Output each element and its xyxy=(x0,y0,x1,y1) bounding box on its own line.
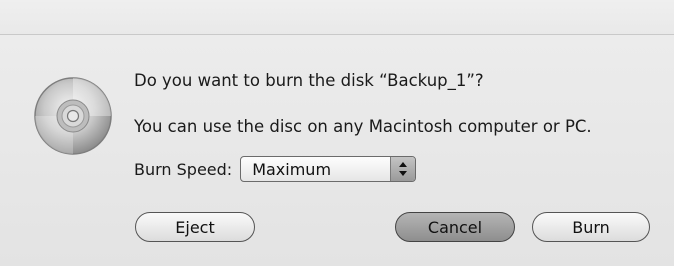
dialog-title: Do you want to burn the disk “Backup_1”? xyxy=(134,71,484,90)
burn-speed-value: Maximum xyxy=(252,159,332,179)
up-down-arrows-icon xyxy=(390,157,416,181)
dialog-message: You can use the disc on any Macintosh co… xyxy=(134,117,592,136)
cancel-button[interactable]: Cancel xyxy=(395,212,515,242)
eject-button[interactable]: Eject xyxy=(135,212,255,242)
burn-button[interactable]: Burn xyxy=(532,212,650,242)
burn-speed-select[interactable]: Maximum xyxy=(240,156,417,182)
burn-speed-label: Burn Speed: xyxy=(134,159,233,179)
background-window-strip xyxy=(0,0,674,35)
cd-disc-icon xyxy=(34,77,112,155)
burn-disc-dialog: Do you want to burn the disk “Backup_1”?… xyxy=(0,35,674,266)
burn-speed-row: Burn Speed: Maximum xyxy=(134,154,417,184)
